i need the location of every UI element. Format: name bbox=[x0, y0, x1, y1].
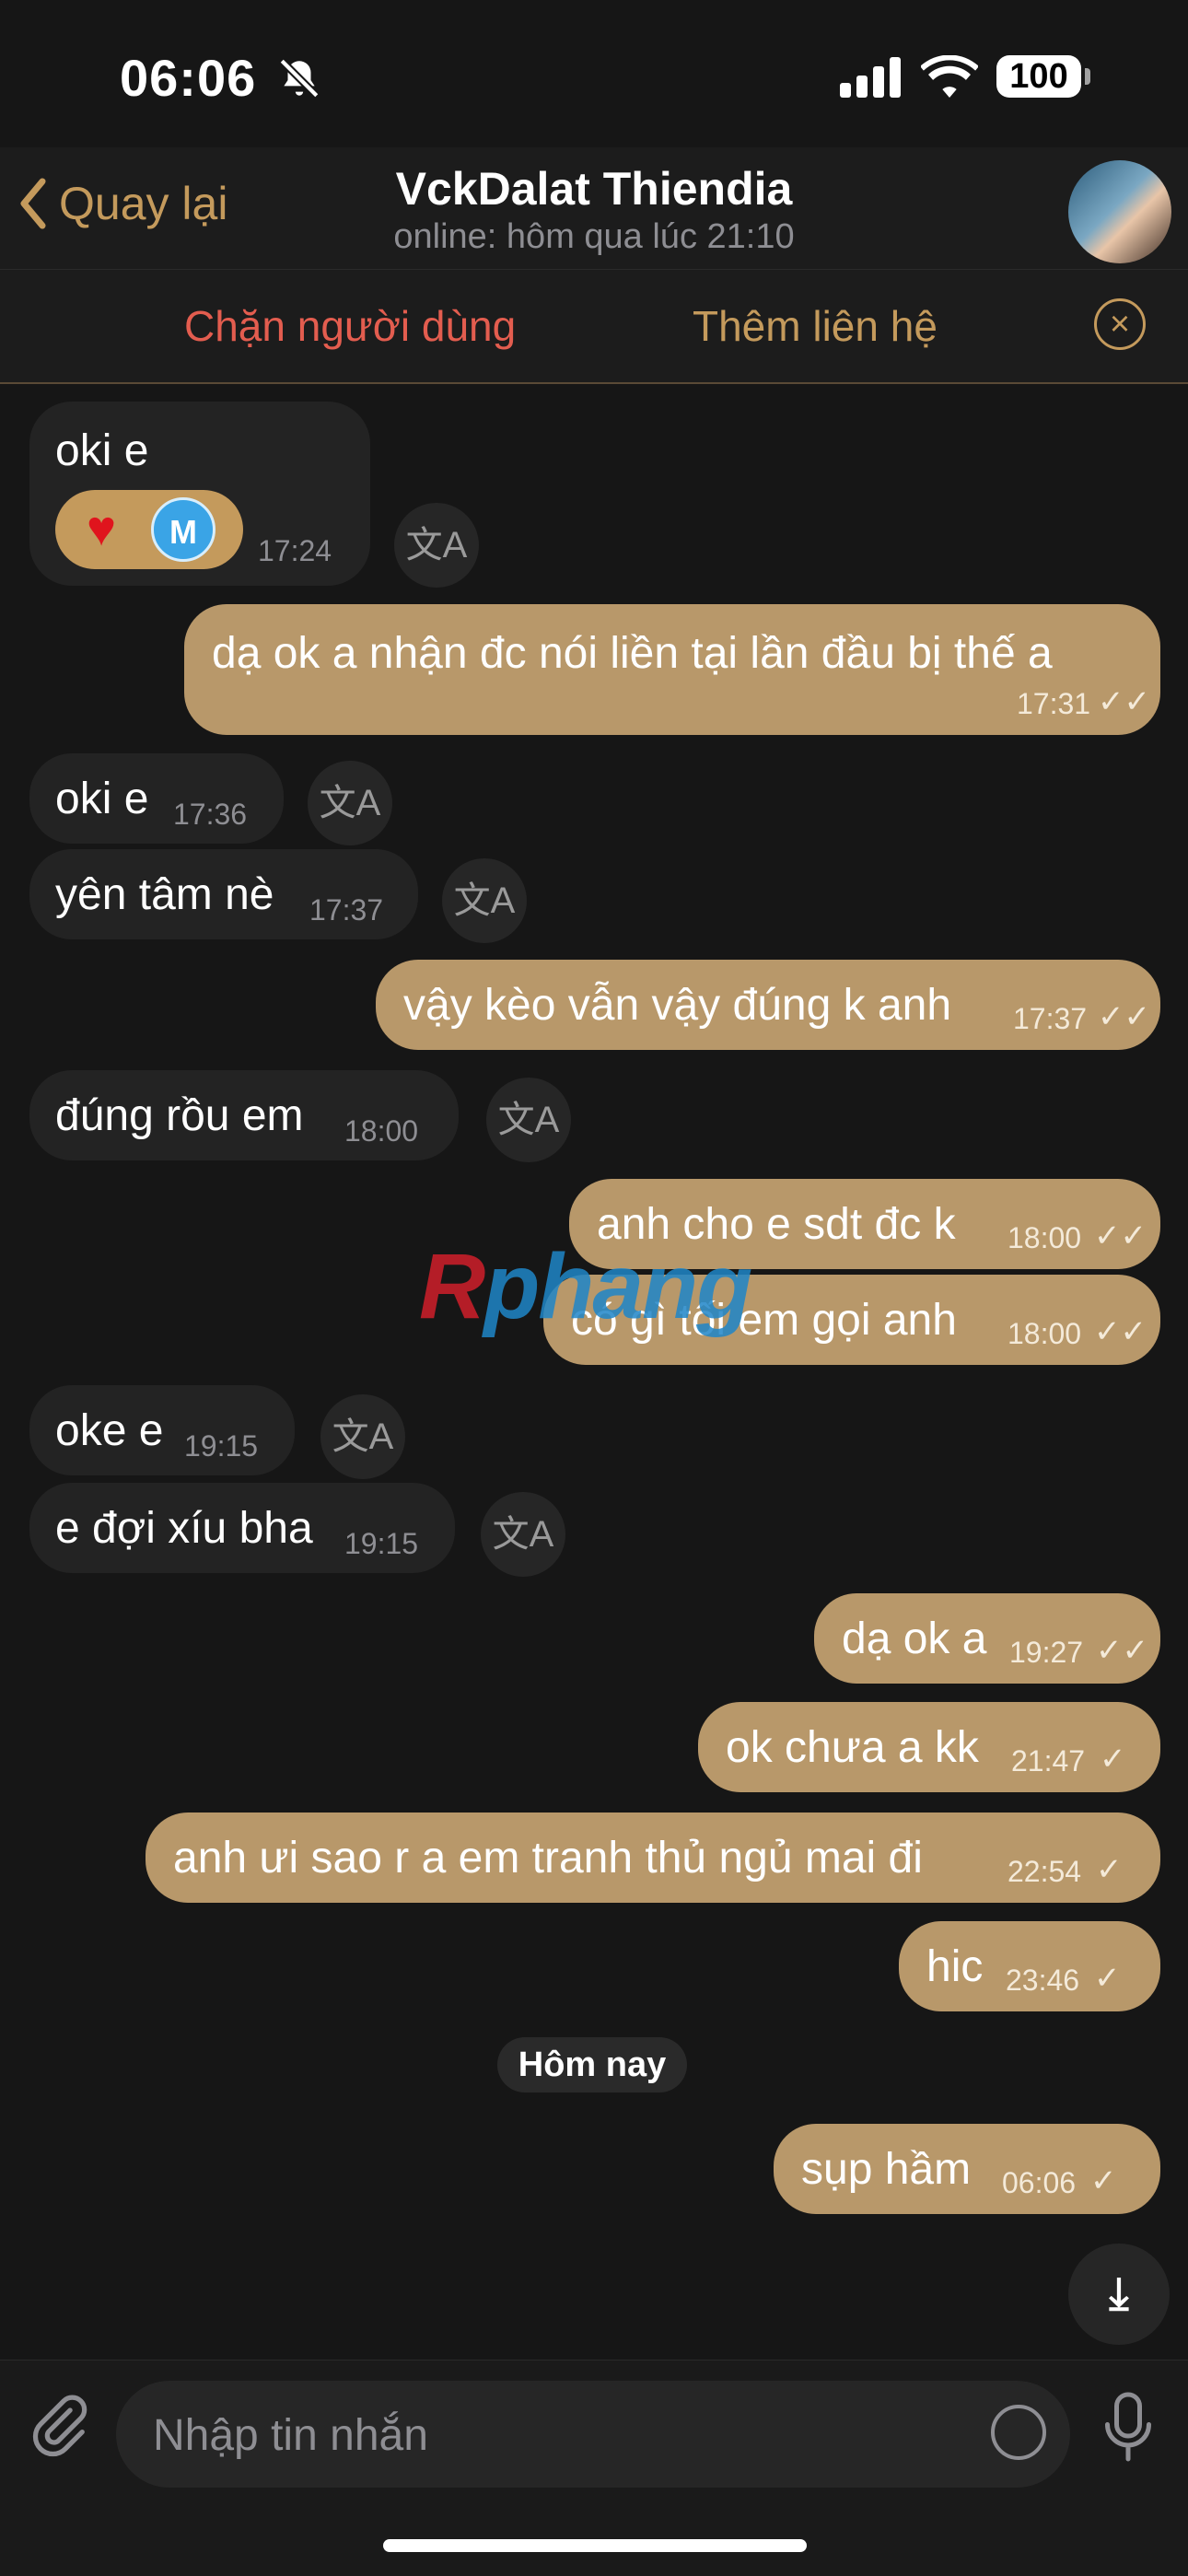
message-bubble-incoming[interactable]: oke e 19:15 bbox=[29, 1385, 295, 1475]
translate-icon[interactable]: 文A bbox=[486, 1078, 571, 1162]
message-input-bar: Nhập tin nhắn bbox=[0, 2360, 1188, 2576]
chat-title[interactable]: VckDalat Thiendia bbox=[0, 162, 1188, 216]
bell-slash-icon bbox=[279, 58, 320, 99]
battery-indicator: 100 bbox=[996, 55, 1081, 98]
double-check-icon: ✓✓ bbox=[1096, 1633, 1148, 1668]
message-bubble-outgoing[interactable]: vậy kèo vẫn vậy đúng k anh 17:37 ✓✓ bbox=[376, 960, 1160, 1050]
message-time: 17:24 bbox=[258, 534, 332, 567]
sticker-icon[interactable] bbox=[991, 2405, 1046, 2460]
reaction-badge[interactable]: ♥ M bbox=[55, 490, 243, 569]
message-time: 17:31 bbox=[1017, 687, 1091, 720]
message-bubble-outgoing[interactable]: dạ ok a nhận đc nói liền tại lần đầu bị … bbox=[184, 604, 1160, 735]
message-bubble-outgoing[interactable]: hic 23:46 ✓ bbox=[899, 1921, 1160, 2011]
heart-icon: ♥ bbox=[87, 501, 117, 556]
translate-icon[interactable]: 文A bbox=[308, 761, 392, 845]
message-text: sụp hầm bbox=[801, 2145, 972, 2194]
status-bar: 06:06 100 bbox=[0, 0, 1188, 147]
message-time: 21:47 bbox=[1011, 1744, 1086, 1778]
message-bubble-incoming[interactable]: đúng rồu em 18:00 bbox=[29, 1070, 459, 1160]
double-check-icon: ✓✓ bbox=[1098, 999, 1150, 1034]
message-text: oke e bbox=[55, 1406, 164, 1455]
message-text: e đợi xíu bha bbox=[55, 1504, 313, 1553]
message-bubble-outgoing[interactable]: anh ưi sao r a em tranh thủ ngủ mai đi 2… bbox=[146, 1813, 1160, 1903]
message-text: vậy kèo vẫn vậy đúng k anh bbox=[403, 981, 952, 1030]
check-icon: ✓ bbox=[1090, 2163, 1117, 2198]
home-indicator[interactable] bbox=[383, 2539, 807, 2552]
message-text: dạ ok a nhận đc nói liền tại lần đầu bị … bbox=[212, 629, 1053, 678]
paperclip-icon[interactable] bbox=[26, 2388, 90, 2475]
message-text: đúng rồu em bbox=[55, 1091, 304, 1140]
message-time: 06:06 bbox=[1002, 2166, 1077, 2199]
add-contact-button[interactable]: Thêm liên hệ bbox=[693, 301, 938, 351]
close-icon[interactable]: × bbox=[1094, 298, 1146, 350]
wifi-icon bbox=[921, 55, 978, 98]
message-time: 17:37 bbox=[1013, 1002, 1088, 1035]
message-bubble-outgoing[interactable]: sụp hầm 06:06 ✓ bbox=[774, 2124, 1160, 2214]
double-check-icon: ✓✓ bbox=[1094, 1218, 1147, 1253]
watermark-logo: Rphang bbox=[419, 1235, 752, 1338]
message-bubble-outgoing[interactable]: dạ ok a 19:27 ✓✓ bbox=[814, 1593, 1160, 1684]
block-user-button[interactable]: Chặn người dùng bbox=[184, 301, 516, 351]
status-time: 06:06 bbox=[120, 49, 257, 107]
message-time: 23:46 bbox=[1006, 1964, 1080, 1997]
message-placeholder: Nhập tin nhắn bbox=[153, 2411, 428, 2460]
message-text: anh ưi sao r a em tranh thủ ngủ mai đi bbox=[173, 1834, 923, 1882]
translate-icon[interactable]: 文A bbox=[442, 858, 527, 943]
microphone-icon[interactable] bbox=[1101, 2390, 1156, 2464]
message-text: ok chưa a kk bbox=[726, 1723, 979, 1772]
double-check-icon: ✓✓ bbox=[1098, 684, 1150, 719]
translate-icon[interactable]: 文A bbox=[394, 503, 479, 588]
message-text: oki e bbox=[55, 775, 149, 823]
message-time: 19:27 bbox=[1009, 1636, 1084, 1669]
message-bubble-incoming[interactable]: e đợi xíu bha 19:15 bbox=[29, 1483, 455, 1573]
message-text: hic bbox=[926, 1942, 984, 1991]
message-time: 17:37 bbox=[309, 893, 384, 927]
message-text: dạ ok a bbox=[842, 1614, 987, 1663]
message-time: 22:54 bbox=[1007, 1855, 1082, 1888]
contact-action-bar: Chặn người dùng Thêm liên hệ bbox=[0, 269, 1188, 384]
message-time: 18:00 bbox=[1007, 1221, 1082, 1254]
battery-cap bbox=[1085, 68, 1090, 85]
message-text: oki e bbox=[55, 426, 149, 475]
double-check-icon: ✓✓ bbox=[1094, 1314, 1147, 1349]
check-icon: ✓ bbox=[1100, 1742, 1126, 1777]
translate-icon[interactable]: 文A bbox=[320, 1394, 405, 1479]
signal-icon bbox=[840, 57, 901, 98]
scroll-down-icon[interactable]: ⤓ bbox=[1068, 2244, 1170, 2345]
message-input[interactable]: Nhập tin nhắn bbox=[116, 2381, 1070, 2488]
message-bubble-incoming[interactable]: yên tâm nè 17:37 bbox=[29, 849, 418, 939]
chat-header: Quay lại VckDalat Thiendia online: hôm q… bbox=[0, 147, 1188, 269]
reactor-avatar: M bbox=[151, 497, 215, 562]
translate-icon[interactable]: 文A bbox=[481, 1492, 565, 1577]
message-bubble-incoming[interactable]: oki e 17:36 bbox=[29, 753, 284, 844]
message-text: yên tâm nè bbox=[55, 870, 274, 919]
message-time: 19:15 bbox=[184, 1429, 259, 1463]
date-divider: Hôm nay bbox=[497, 2037, 687, 2092]
message-bubble-incoming[interactable]: oki e ♥ M 17:24 bbox=[29, 402, 370, 586]
check-icon: ✓ bbox=[1096, 1852, 1123, 1887]
message-time: 17:36 bbox=[173, 798, 248, 831]
avatar[interactable] bbox=[1068, 160, 1171, 263]
message-time: 19:15 bbox=[344, 1527, 419, 1560]
message-time: 18:00 bbox=[344, 1114, 419, 1148]
check-icon: ✓ bbox=[1094, 1961, 1121, 1996]
message-time: 18:00 bbox=[1007, 1317, 1082, 1350]
chat-subtitle: online: hôm qua lúc 21:10 bbox=[393, 217, 795, 256]
message-bubble-outgoing[interactable]: ok chưa a kk 21:47 ✓ bbox=[698, 1702, 1160, 1792]
